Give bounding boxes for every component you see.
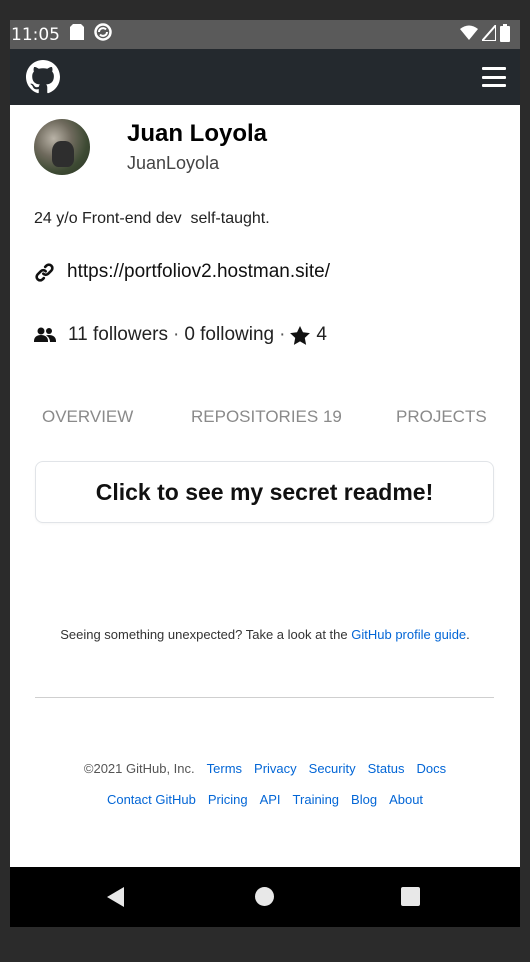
following-count[interactable]: 0 following: [184, 324, 274, 346]
separator: ·: [172, 324, 180, 345]
signal-icon: [479, 22, 497, 46]
followers-count[interactable]: 11 followers: [68, 324, 168, 346]
copyright: ©2021 GitHub, Inc.: [83, 761, 195, 776]
tab-overview[interactable]: OVERVIEW: [42, 407, 133, 427]
sync-icon: [94, 23, 112, 46]
app-header: [10, 49, 520, 105]
home-icon[interactable]: [255, 887, 274, 906]
footer-link-api[interactable]: API: [260, 792, 281, 807]
footer-divider: [35, 697, 494, 698]
sim-card-icon: [70, 24, 84, 45]
profile-header: Juan Loyola JuanLoyola: [34, 119, 267, 175]
profile-full-name: Juan Loyola: [127, 120, 268, 147]
tab-repositories[interactable]: REPOSITORIES 19: [191, 407, 342, 427]
footer-link-docs[interactable]: Docs: [416, 761, 446, 776]
footer-link-status[interactable]: Status: [368, 761, 405, 776]
profile-names: Juan Loyola JuanLoyola: [127, 120, 267, 174]
status-bar: 11:05: [10, 20, 520, 49]
hamburger-menu-icon[interactable]: [482, 67, 506, 87]
battery-icon: [500, 24, 510, 47]
footer-link-contact[interactable]: Contact GitHub: [107, 792, 196, 807]
guide-end: .: [466, 627, 470, 642]
website-row[interactable]: https://portfoliov2.hostman.site/: [34, 261, 330, 283]
secret-readme-button[interactable]: Click to see my secret readme!: [35, 461, 494, 523]
tab-projects[interactable]: PROJECTS: [396, 407, 487, 427]
status-time: 11:05: [11, 24, 60, 45]
footer-link-blog[interactable]: Blog: [351, 792, 377, 807]
phone-screen: 11:05 Juan Loyola JuanLoyola 24 y/o Fron…: [10, 20, 520, 927]
wifi-icon: [460, 25, 478, 46]
footer-row-1: ©2021 GitHub, Inc. Terms Privacy Securit…: [10, 761, 520, 776]
status-icons: [460, 22, 510, 47]
footer-link-security[interactable]: Security: [309, 761, 356, 776]
github-logo-icon[interactable]: [26, 60, 60, 94]
profile-bio: 24 y/o Front-end dev self-taught.: [34, 210, 270, 227]
link-icon: [35, 262, 54, 282]
star-icon: [290, 325, 311, 345]
follow-stats: 11 followers · 0 following · 4: [34, 324, 327, 346]
people-icon: [34, 327, 56, 342]
stars-count[interactable]: 4: [316, 324, 327, 346]
footer-row-2: Contact GitHub Pricing API Training Blog…: [10, 792, 520, 807]
footer-link-about[interactable]: About: [389, 792, 423, 807]
footer-link-pricing[interactable]: Pricing: [208, 792, 248, 807]
guide-text: Seeing something unexpected? Take a look…: [60, 627, 352, 642]
back-icon[interactable]: [107, 887, 124, 907]
footer-link-terms[interactable]: Terms: [207, 761, 242, 776]
profile-username: JuanLoyola: [127, 153, 220, 173]
system-nav-bar: [10, 867, 520, 927]
separator: ·: [279, 324, 286, 345]
guide-link[interactable]: GitHub profile guide: [351, 627, 466, 642]
footer-link-training[interactable]: Training: [293, 792, 339, 807]
profile-guide-note: Seeing something unexpected? Take a look…: [10, 627, 520, 642]
recents-icon[interactable]: [401, 887, 420, 906]
website-link[interactable]: https://portfoliov2.hostman.site/: [67, 261, 330, 283]
avatar[interactable]: [34, 119, 90, 175]
footer-link-privacy[interactable]: Privacy: [254, 761, 297, 776]
